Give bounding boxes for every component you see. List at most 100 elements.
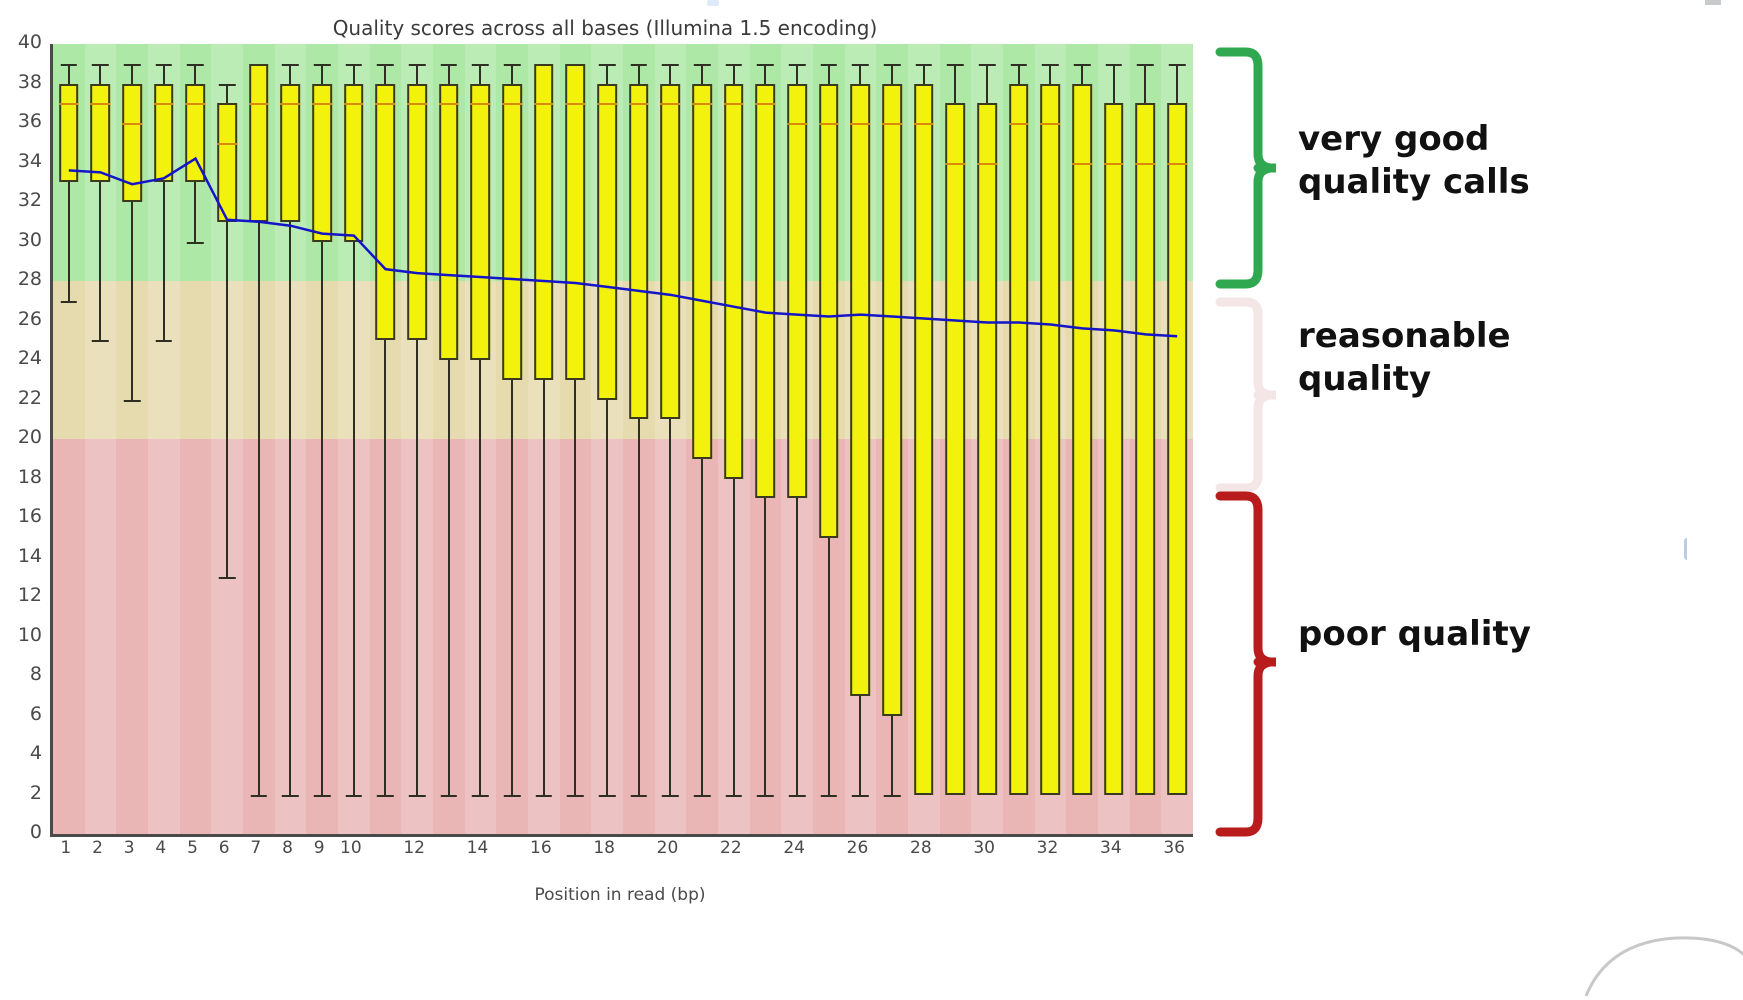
median-line: [1104, 162, 1124, 165]
box-iqr: [629, 83, 649, 420]
whisker-cap-lower: [123, 399, 141, 402]
median-line: [977, 162, 997, 165]
whisker-lower: [891, 715, 894, 795]
whisker-cap-lower: [345, 794, 363, 797]
whisker-cap-upper: [883, 63, 901, 66]
median-line: [1072, 162, 1092, 165]
boxplot-position-16: [528, 44, 560, 834]
box-iqr: [660, 83, 681, 420]
whisker-lower: [257, 221, 260, 795]
whisker-cap-lower: [282, 794, 299, 797]
whisker-cap-upper: [725, 63, 743, 66]
brace-very-good-quality: [1215, 47, 1276, 289]
whisker-upper: [1081, 63, 1084, 84]
whisker-lower: [764, 498, 767, 795]
boxplot-position-28: [908, 44, 940, 834]
x-tick-18: 18: [593, 838, 615, 858]
whisker-lower: [542, 379, 545, 795]
whisker-lower: [384, 340, 387, 795]
x-tick-12: 12: [403, 838, 425, 858]
y-tick-28: 28: [17, 268, 42, 290]
whisker-cap-upper: [123, 63, 141, 66]
boxplot-position-2: [85, 44, 117, 834]
whisker-upper: [226, 83, 229, 104]
whisker-cap-upper: [1073, 63, 1091, 66]
box-iqr: [249, 63, 269, 222]
boxplot-position-35: [1130, 44, 1162, 834]
y-tick-0: 0: [29, 821, 42, 843]
median-line: [154, 103, 174, 106]
whisker-upper: [99, 63, 102, 84]
median-line: [375, 103, 396, 106]
box-iqr: [1104, 103, 1124, 795]
median-line: [787, 123, 807, 125]
whisker-upper: [321, 63, 324, 84]
y-tick-6: 6: [29, 702, 42, 725]
whisker-lower: [447, 360, 450, 795]
whisker-cap-upper: [408, 63, 426, 66]
whisker-cap-lower: [820, 794, 838, 797]
whisker-cap-upper: [377, 63, 394, 66]
whisker-cap-upper: [598, 63, 616, 66]
whisker-cap-upper: [472, 63, 489, 66]
boxplot-position-8: [275, 44, 307, 834]
whisker-upper: [891, 63, 894, 84]
whisker-upper: [289, 63, 292, 84]
boxplot-position-30: [971, 44, 1003, 834]
whisker-upper: [701, 63, 704, 84]
plot-area: [50, 44, 1193, 834]
whisker-cap-upper: [503, 63, 521, 66]
whisker-upper: [194, 63, 197, 84]
boxplot-position-3: [116, 44, 148, 834]
whisker-cap-lower: [503, 794, 521, 797]
median-line: [629, 103, 649, 106]
whisker-cap-lower: [250, 794, 268, 797]
x-axis-line: [50, 834, 1193, 837]
box-iqr: [787, 83, 807, 499]
boxplot-position-21: [686, 44, 718, 834]
artifact-corner-arc: [1584, 936, 1743, 997]
boxplot-position-12: [401, 44, 433, 834]
box-iqr: [945, 103, 966, 795]
whisker-lower: [131, 202, 134, 400]
median-line: [597, 103, 617, 106]
boxplot-position-18: [591, 44, 623, 834]
x-tick-4: 4: [155, 838, 167, 858]
whisker-cap-lower: [92, 340, 109, 343]
boxplot-position-25: [813, 44, 845, 834]
whisker-cap-lower: [693, 794, 711, 797]
artifact-side-glyph: [1684, 538, 1693, 560]
annotation-label-poor-quality: poor quality: [1298, 614, 1531, 654]
x-tick-16: 16: [530, 838, 552, 858]
box-iqr: [882, 83, 902, 716]
boxplot-position-20: [655, 44, 687, 834]
x-tick-10: 10: [340, 838, 362, 858]
median-line: [217, 142, 237, 145]
boxplot-position-11: [370, 44, 402, 834]
whisker-cap-upper: [630, 63, 648, 66]
whisker-lower: [194, 182, 197, 242]
median-line: [470, 103, 491, 106]
boxplot-position-13: [433, 44, 465, 834]
median-line: [122, 123, 142, 125]
x-tick-24: 24: [783, 838, 805, 858]
median-line: [1167, 162, 1187, 165]
whisker-upper: [637, 63, 640, 84]
median-line: [407, 103, 427, 106]
box-iqr: [914, 83, 934, 795]
whisker-upper: [732, 63, 735, 84]
box-iqr: [1167, 103, 1187, 795]
whisker-lower: [226, 221, 229, 578]
box-iqr: [819, 83, 839, 538]
whisker-cap-lower: [535, 794, 553, 797]
box-iqr: [185, 83, 206, 183]
x-tick-20: 20: [656, 838, 679, 858]
whisker-cap-lower: [567, 794, 584, 797]
box-iqr: [565, 63, 586, 380]
whisker-cap-lower: [725, 794, 743, 797]
whisker-cap-upper: [282, 63, 299, 66]
x-tick-28: 28: [910, 838, 932, 858]
whisker-upper: [511, 63, 514, 84]
whisker-upper: [1049, 63, 1052, 84]
x-axis-label: Position in read (bp): [534, 885, 706, 905]
